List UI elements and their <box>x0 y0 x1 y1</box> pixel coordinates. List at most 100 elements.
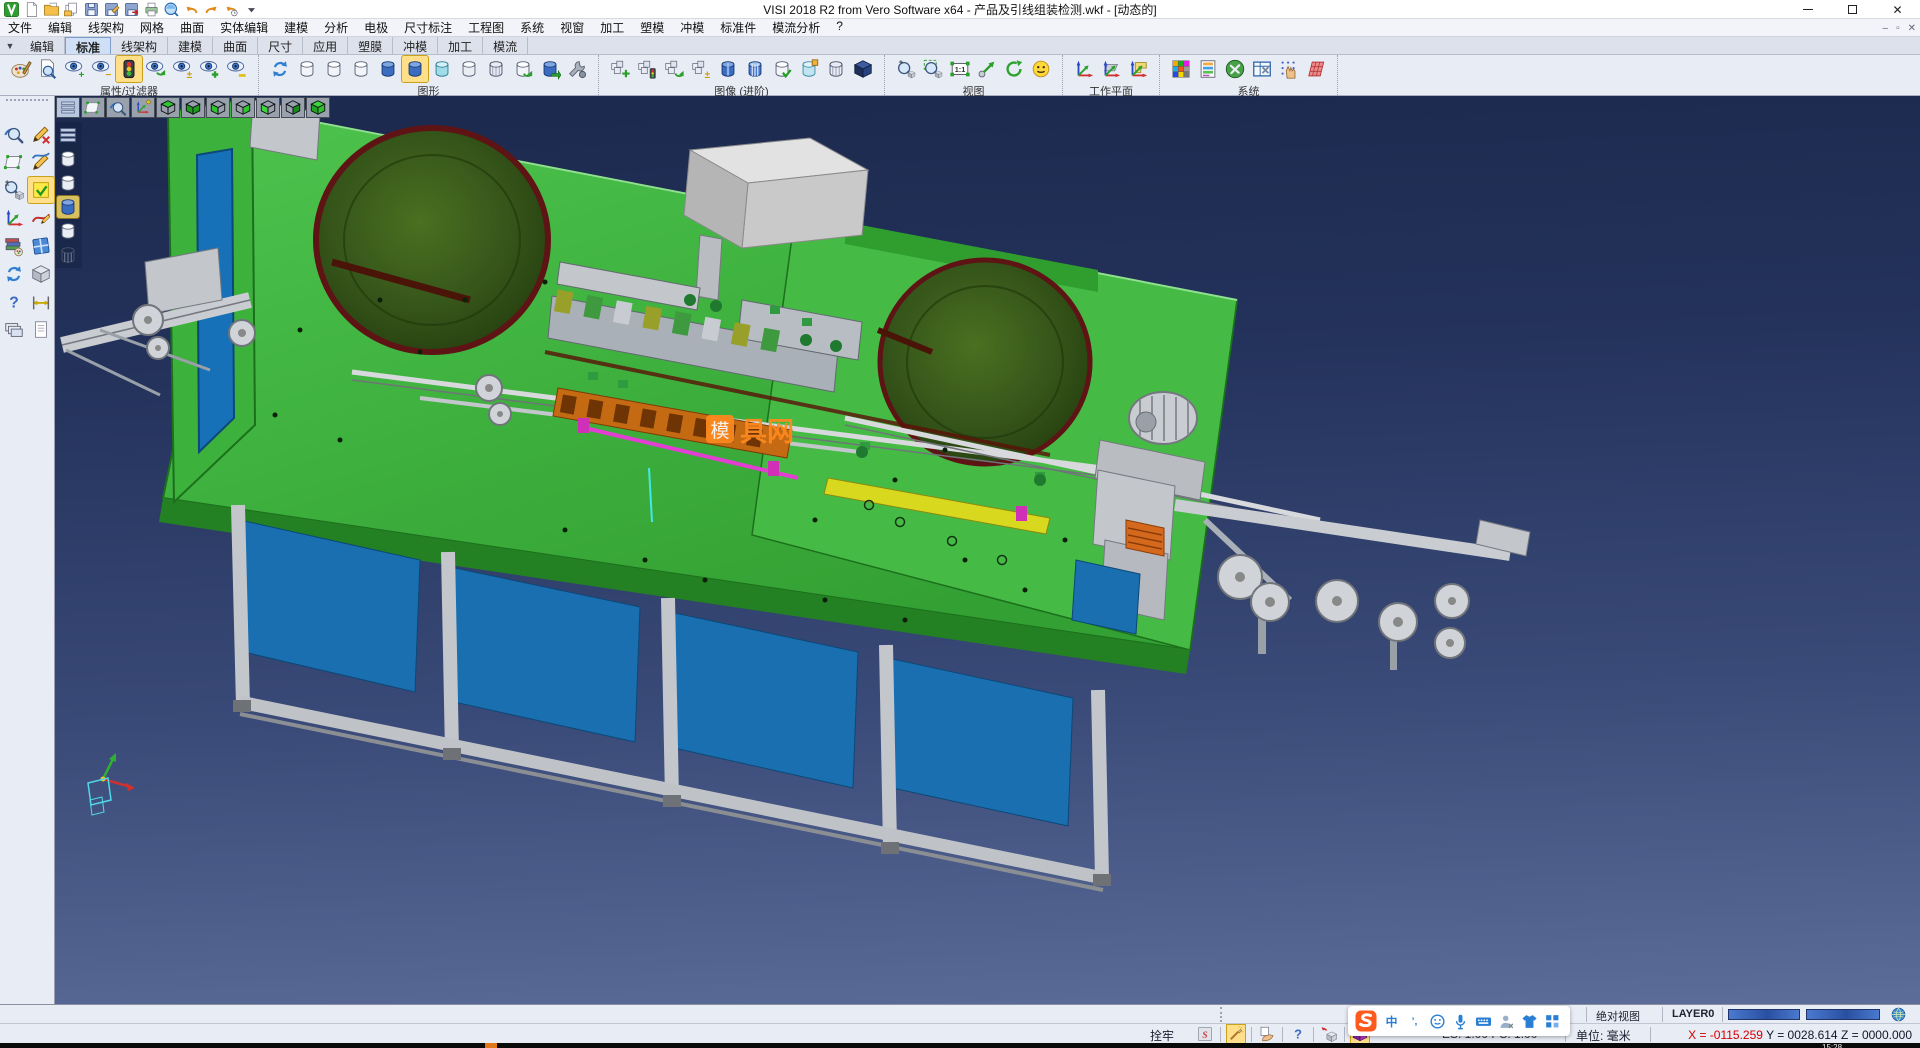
print-preview-icon[interactable] <box>163 1 180 18</box>
ime-chinese-icon[interactable]: 中 <box>1382 1012 1401 1031</box>
menu-item-2[interactable]: 编辑 <box>40 19 80 36</box>
layer-a-icon[interactable] <box>57 148 79 170</box>
visibility-traffic-light-icon[interactable] <box>116 56 142 82</box>
menu-item-19[interactable]: ? <box>828 19 851 36</box>
ribbon-tab-模流[interactable]: 模流 <box>483 37 528 54</box>
menu-item-4[interactable]: 网格 <box>132 19 172 36</box>
ucs-icon[interactable] <box>1 205 27 231</box>
ime-keyboard-icon[interactable] <box>1474 1012 1493 1031</box>
magic-wand-icon[interactable] <box>1227 1025 1245 1043</box>
view-back-icon[interactable] <box>281 97 305 118</box>
confirm-checkbox-icon[interactable] <box>28 177 54 203</box>
toolbar-drag-handle[interactable] <box>6 99 48 107</box>
layer-cyan-icon[interactable] <box>429 56 455 82</box>
layer-current-icon[interactable] <box>402 56 428 82</box>
menu-item-15[interactable]: 塑模 <box>632 19 672 36</box>
toolbar-options-caret[interactable] <box>243 1 260 18</box>
hide-all-icon[interactable] <box>224 56 250 82</box>
window-panel-icon[interactable] <box>28 233 54 259</box>
render-mode-icon[interactable] <box>1028 56 1054 82</box>
globe-icon[interactable] <box>1890 1006 1907 1023</box>
redo-icon[interactable] <box>203 1 220 18</box>
hide-entities-icon[interactable]: − <box>89 56 115 82</box>
layer-empty-2-icon[interactable] <box>321 56 347 82</box>
layer-wire-icon[interactable] <box>57 244 79 266</box>
edit-curve-icon[interactable] <box>28 149 54 175</box>
show-all-icon[interactable] <box>197 56 223 82</box>
show-entities-icon[interactable]: + <box>62 56 88 82</box>
layer-wireframe-icon[interactable] <box>483 56 509 82</box>
stamp-tool-icon[interactable]: S <box>1196 1025 1214 1043</box>
layer-empty-3-icon[interactable] <box>348 56 374 82</box>
view-right-icon[interactable] <box>231 97 255 118</box>
shaded-cube-icon[interactable] <box>850 56 876 82</box>
menu-item-8[interactable]: 分析 <box>316 19 356 36</box>
layer-filled-icon[interactable] <box>375 56 401 82</box>
plane-select-icon[interactable] <box>1 149 27 175</box>
view-axis-icon[interactable] <box>131 97 155 118</box>
layer-copy-icon[interactable] <box>537 56 563 82</box>
help-icon[interactable]: ? <box>1 289 27 315</box>
snap-cube-icon[interactable] <box>1320 1025 1338 1043</box>
menu-item-17[interactable]: 标准件 <box>712 19 764 36</box>
restore-button[interactable] <box>1830 0 1875 19</box>
zoom-window-icon[interactable] <box>920 56 946 82</box>
filter-document-icon[interactable] <box>35 56 61 82</box>
selection-grid-icon[interactable] <box>1276 56 1302 82</box>
view-dynamic-icon[interactable] <box>106 97 130 118</box>
workplane-xyz-icon[interactable] <box>1071 56 1097 82</box>
solids-toggle-icon[interactable]: ± <box>688 56 714 82</box>
layer-recycle-icon[interactable] <box>510 56 536 82</box>
spline-edit-icon[interactable] <box>28 205 54 231</box>
ime-skin-icon[interactable] <box>1520 1012 1539 1031</box>
lock-toggle-label[interactable]: 拴牢 <box>1150 1027 1174 1044</box>
workplane-face-icon[interactable] <box>1098 56 1124 82</box>
menu-item-5[interactable]: 曲面 <box>172 19 212 36</box>
layer-empty-1-icon[interactable] <box>294 56 320 82</box>
layer-list-icon[interactable] <box>57 124 79 146</box>
regen-icon[interactable] <box>1 261 27 287</box>
menu-item-11[interactable]: 工程图 <box>460 19 512 36</box>
ribbon-tab-冲模[interactable]: 冲模 <box>393 37 438 54</box>
context-help-icon[interactable]: ? <box>1289 1025 1307 1043</box>
layer-color-swatch-2[interactable] <box>1806 1009 1880 1020</box>
regen-graphics-icon[interactable] <box>267 56 293 82</box>
close-button[interactable]: ✕ <box>1875 0 1920 19</box>
tagged-cylinder-icon[interactable] <box>796 56 822 82</box>
menu-item-1[interactable]: 文件 <box>0 19 40 36</box>
shaded-cylinder-icon[interactable] <box>715 56 741 82</box>
menu-item-12[interactable]: 系统 <box>512 19 552 36</box>
swap-visibility-icon[interactable] <box>143 56 169 82</box>
system-tools-icon[interactable] <box>1222 56 1248 82</box>
ime-account-icon[interactable] <box>1497 1012 1516 1031</box>
undo-icon[interactable] <box>183 1 200 18</box>
layer-active-icon[interactable] <box>57 196 79 218</box>
mdi-minimize-button[interactable]: – <box>1883 23 1889 34</box>
view-left-icon[interactable] <box>206 97 230 118</box>
delete-sketch-icon[interactable] <box>28 121 54 147</box>
view-front-icon[interactable] <box>256 97 280 118</box>
ribbon-tab-建模[interactable]: 建模 <box>168 37 213 54</box>
grid-settings-icon[interactable] <box>1303 56 1329 82</box>
view-mode-label[interactable]: 绝对视图 <box>1596 1008 1640 1024</box>
mdi-restore-button[interactable]: ▫ <box>1896 23 1900 34</box>
zoom-extents-icon[interactable] <box>974 56 1000 82</box>
menu-item-16[interactable]: 冲模 <box>672 19 712 36</box>
ime-voice-icon[interactable] <box>1451 1012 1470 1031</box>
taskbar-app-indicator[interactable] <box>485 1043 497 1048</box>
open-file-icon[interactable] <box>43 1 60 18</box>
menu-item-9[interactable]: 电极 <box>356 19 396 36</box>
layers-icon[interactable] <box>1 317 27 343</box>
menu-item-14[interactable]: 加工 <box>592 19 632 36</box>
solids-swap-icon[interactable] <box>661 56 687 82</box>
system-settings-icon[interactable] <box>1195 56 1221 82</box>
menu-item-13[interactable]: 视窗 <box>552 19 592 36</box>
notes-icon[interactable] <box>28 317 54 343</box>
color-grid-icon[interactable] <box>1168 56 1194 82</box>
ribbon-tab-曲面[interactable]: 曲面 <box>213 37 258 54</box>
zoom-1-1-icon[interactable]: 1:1 <box>947 56 973 82</box>
layer-white-icon[interactable] <box>456 56 482 82</box>
ribbon-tab-编辑[interactable]: 编辑 <box>20 37 65 54</box>
menu-item-7[interactable]: 建模 <box>276 19 316 36</box>
layer-c-icon[interactable] <box>57 220 79 242</box>
